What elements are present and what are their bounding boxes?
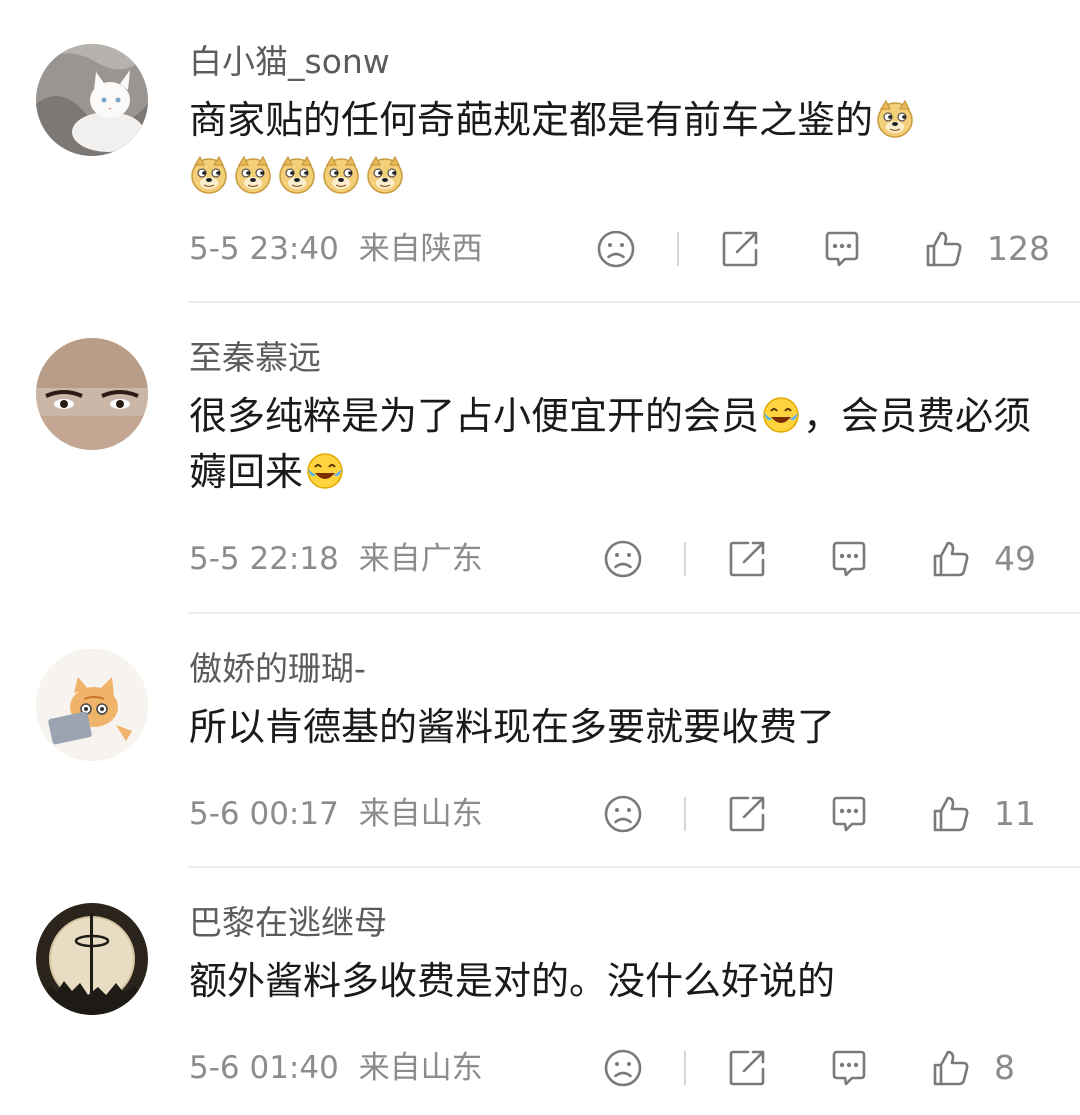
frown-face-icon[interactable] xyxy=(602,793,644,835)
location: 来自陕西 xyxy=(358,231,483,267)
location: 来自广东 xyxy=(358,541,483,577)
comment-meta: 5-6 00:17 来自山东 11 xyxy=(189,789,1050,839)
doge-emoji xyxy=(321,155,361,195)
username[interactable]: 傲娇的珊瑚- xyxy=(189,647,1050,691)
laugh-cry-emoji xyxy=(305,451,345,491)
action-bar: 128 xyxy=(595,224,1050,274)
thumbs-up-icon[interactable] xyxy=(930,793,972,835)
timestamp: 5-6 00:17 xyxy=(189,796,339,832)
like-count: 11 xyxy=(994,794,1036,833)
doge-emoji xyxy=(189,155,229,195)
comment-text: 额外酱料多收费是对的。没什么好说的 xyxy=(189,959,836,1003)
comment-item: 傲娇的珊瑚- 所以肯德基的酱料现在多要就要收费了 5-6 00:17 来自山东 … xyxy=(0,613,1080,866)
timestamp: 5-6 01:40 xyxy=(189,1050,339,1086)
like-count: 8 xyxy=(994,1048,1015,1087)
share-icon[interactable] xyxy=(719,228,761,270)
avatar[interactable] xyxy=(36,44,148,156)
comment-text: 商家贴的任何奇葩规定都是有前车之鉴的 xyxy=(189,92,1050,204)
frown-face-icon[interactable] xyxy=(595,228,637,270)
comment-bubble-icon[interactable] xyxy=(828,538,870,580)
action-separator xyxy=(684,542,686,576)
thumbs-up-icon[interactable] xyxy=(923,228,965,270)
comment-meta: 5-5 23:40 来自陕西 128 xyxy=(189,224,1050,274)
doge-emoji xyxy=(875,99,915,139)
username[interactable]: 至秦慕远 xyxy=(189,336,1050,380)
username[interactable]: 巴黎在逃继母 xyxy=(189,901,1050,945)
username[interactable]: 白小猫_sonw xyxy=(189,40,1050,84)
comment-bubble-icon[interactable] xyxy=(828,793,870,835)
share-icon[interactable] xyxy=(726,793,768,835)
action-bar: 11 xyxy=(602,789,1050,839)
comment-bubble-icon[interactable] xyxy=(821,228,863,270)
avatar[interactable] xyxy=(36,649,148,761)
comment-meta: 5-6 01:40 来自山东 8 xyxy=(189,1043,1050,1093)
doge-emoji xyxy=(277,155,317,195)
comment-item: 巴黎在逃继母 额外酱料多收费是对的。没什么好说的 5-6 01:40 来自山东 … xyxy=(0,867,1080,1115)
action-bar: 8 xyxy=(602,1043,1050,1093)
comment-text: 很多纯粹是为了占小便宜开的会员 ，会员费必须薅回来 xyxy=(189,394,1032,494)
location: 来自山东 xyxy=(358,1050,483,1086)
comment-bubble-icon[interactable] xyxy=(828,1047,870,1089)
timestamp: 5-5 23:40 xyxy=(189,231,339,267)
like-count: 49 xyxy=(994,539,1036,578)
avatar[interactable] xyxy=(36,338,148,450)
thumbs-up-icon[interactable] xyxy=(930,538,972,580)
laugh-cry-emoji xyxy=(761,395,801,435)
frown-face-icon[interactable] xyxy=(602,538,644,580)
doge-emoji xyxy=(233,155,273,195)
action-bar: 49 xyxy=(602,534,1050,584)
like-count: 128 xyxy=(987,229,1050,268)
comment-item: 至秦慕远 很多纯粹是为了占小便宜开的会员 ，会员费必须薅回来 5-5 22:18 … xyxy=(0,302,1080,612)
thumbs-up-icon[interactable] xyxy=(930,1047,972,1089)
comment-item: 白小猫_sonw 商家贴的任何奇葩规定都是有前车之鉴的 5-5 23:40 来自… xyxy=(0,0,1080,302)
location: 来自山东 xyxy=(358,796,483,832)
comment-meta: 5-5 22:18 来自广东 49 xyxy=(189,534,1050,584)
avatar[interactable] xyxy=(36,903,148,1015)
timestamp: 5-5 22:18 xyxy=(189,541,339,577)
doge-emoji xyxy=(365,155,405,195)
share-icon[interactable] xyxy=(726,1047,768,1089)
action-separator xyxy=(684,1051,686,1085)
action-separator xyxy=(677,232,679,266)
frown-face-icon[interactable] xyxy=(602,1047,644,1089)
comment-text: 所以肯德基的酱料现在多要就要收费了 xyxy=(189,705,836,749)
action-separator xyxy=(684,797,686,831)
share-icon[interactable] xyxy=(726,538,768,580)
